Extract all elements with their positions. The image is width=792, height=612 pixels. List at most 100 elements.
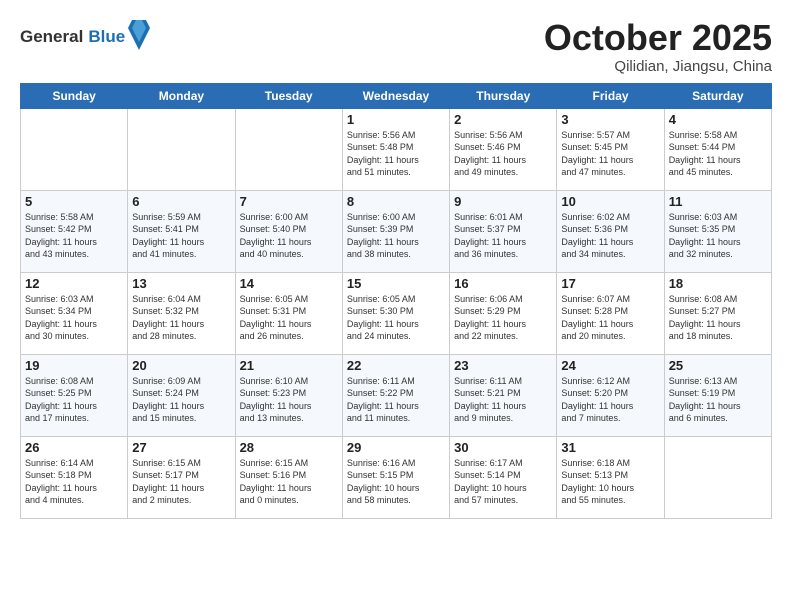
title-block: October 2025 Qilidian, Jiangsu, China [544,18,772,75]
calendar-week-row: 26 Sunrise: 6:14 AM Sunset: 5:18 PM Dayli… [21,436,772,518]
calendar-cell: 19 Sunrise: 6:08 AM Sunset: 5:25 PM Dayli… [21,354,128,436]
calendar-cell: 25 Sunrise: 6:13 AM Sunset: 5:19 PM Dayli… [664,354,771,436]
calendar-day-header: Saturday [664,83,771,108]
calendar-page: General Blue October 2025 Qilidian, Jian… [0,0,792,612]
calendar-header-row: SundayMondayTuesdayWednesdayThursdayFrid… [21,83,772,108]
day-info: Sunrise: 6:16 AM Sunset: 5:15 PM Dayligh… [347,457,445,507]
day-info: Sunrise: 5:56 AM Sunset: 5:46 PM Dayligh… [454,129,552,179]
day-number: 11 [669,194,767,209]
calendar-cell: 13 Sunrise: 6:04 AM Sunset: 5:32 PM Dayli… [128,272,235,354]
day-number: 2 [454,112,552,127]
day-info: Sunrise: 6:10 AM Sunset: 5:23 PM Dayligh… [240,375,338,425]
calendar-cell: 28Sunrise: 6:15 AM Sunset: 5:16 PM Dayli… [235,436,342,518]
calendar-cell: 10Sunrise: 6:02 AM Sunset: 5:36 PM Dayli… [557,190,664,272]
day-number: 27 [132,440,230,455]
calendar-cell: 14 Sunrise: 6:05 AM Sunset: 5:31 PM Dayli… [235,272,342,354]
day-number: 21 [240,358,338,373]
month-title: October 2025 [544,18,772,58]
logo-general: General [20,27,83,46]
day-info: Sunrise: 6:06 AM Sunset: 5:29 PM Dayligh… [454,293,552,343]
day-info: Sunrise: 5:58 AM Sunset: 5:42 PM Dayligh… [25,211,123,261]
day-info: Sunrise: 6:04 AM Sunset: 5:32 PM Dayligh… [132,293,230,343]
calendar-week-row: 19 Sunrise: 6:08 AM Sunset: 5:25 PM Dayli… [21,354,772,436]
calendar-cell: 29 Sunrise: 6:16 AM Sunset: 5:15 PM Dayli… [342,436,449,518]
day-info: Sunrise: 6:07 AM Sunset: 5:28 PM Dayligh… [561,293,659,343]
day-number: 3 [561,112,659,127]
day-info: Sunrise: 6:15 AM Sunset: 5:17 PM Dayligh… [132,457,230,507]
calendar-cell: 12Sunrise: 6:03 AM Sunset: 5:34 PM Dayli… [21,272,128,354]
day-number: 13 [132,276,230,291]
day-info: Sunrise: 6:08 AM Sunset: 5:25 PM Dayligh… [25,375,123,425]
header: General Blue October 2025 Qilidian, Jian… [20,18,772,75]
day-info: Sunrise: 5:57 AM Sunset: 5:45 PM Dayligh… [561,129,659,179]
calendar-cell: 30 Sunrise: 6:17 AM Sunset: 5:14 PM Dayli… [450,436,557,518]
day-info: Sunrise: 6:14 AM Sunset: 5:18 PM Dayligh… [25,457,123,507]
calendar-day-header: Tuesday [235,83,342,108]
calendar-cell: 22 Sunrise: 6:11 AM Sunset: 5:22 PM Dayli… [342,354,449,436]
day-number: 23 [454,358,552,373]
day-number: 25 [669,358,767,373]
day-number: 31 [561,440,659,455]
day-number: 5 [25,194,123,209]
day-number: 8 [347,194,445,209]
calendar-cell: 18 Sunrise: 6:08 AM Sunset: 5:27 PM Dayli… [664,272,771,354]
day-number: 26 [25,440,123,455]
day-info: Sunrise: 6:17 AM Sunset: 5:14 PM Dayligh… [454,457,552,507]
day-info: Sunrise: 5:59 AM Sunset: 5:41 PM Dayligh… [132,211,230,261]
day-info: Sunrise: 6:13 AM Sunset: 5:19 PM Dayligh… [669,375,767,425]
day-info: Sunrise: 6:12 AM Sunset: 5:20 PM Dayligh… [561,375,659,425]
day-info: Sunrise: 5:56 AM Sunset: 5:48 PM Dayligh… [347,129,445,179]
day-number: 22 [347,358,445,373]
calendar-cell: 16 Sunrise: 6:06 AM Sunset: 5:29 PM Dayli… [450,272,557,354]
calendar-week-row: 12Sunrise: 6:03 AM Sunset: 5:34 PM Dayli… [21,272,772,354]
day-number: 14 [240,276,338,291]
day-info: Sunrise: 6:09 AM Sunset: 5:24 PM Dayligh… [132,375,230,425]
day-number: 20 [132,358,230,373]
day-number: 4 [669,112,767,127]
calendar-cell [664,436,771,518]
calendar-cell [235,108,342,190]
calendar-cell: 2 Sunrise: 5:56 AM Sunset: 5:46 PM Daylig… [450,108,557,190]
calendar-cell: 4 Sunrise: 5:58 AM Sunset: 5:44 PM Daylig… [664,108,771,190]
calendar-cell [21,108,128,190]
day-number: 18 [669,276,767,291]
day-number: 28 [240,440,338,455]
day-info: Sunrise: 6:11 AM Sunset: 5:22 PM Dayligh… [347,375,445,425]
day-info: Sunrise: 6:05 AM Sunset: 5:31 PM Dayligh… [240,293,338,343]
calendar-cell: 11 Sunrise: 6:03 AM Sunset: 5:35 PM Dayli… [664,190,771,272]
day-info: Sunrise: 6:03 AM Sunset: 5:34 PM Dayligh… [25,293,123,343]
calendar-cell: 17Sunrise: 6:07 AM Sunset: 5:28 PM Dayli… [557,272,664,354]
logo-text: General Blue [20,26,125,47]
day-number: 16 [454,276,552,291]
day-info: Sunrise: 6:03 AM Sunset: 5:35 PM Dayligh… [669,211,767,261]
day-info: Sunrise: 6:01 AM Sunset: 5:37 PM Dayligh… [454,211,552,261]
day-number: 15 [347,276,445,291]
calendar-cell [128,108,235,190]
day-info: Sunrise: 5:58 AM Sunset: 5:44 PM Dayligh… [669,129,767,179]
day-number: 29 [347,440,445,455]
logo: General Blue [20,22,150,50]
calendar-week-row: 1 Sunrise: 5:56 AM Sunset: 5:48 PM Daylig… [21,108,772,190]
calendar-cell: 6 Sunrise: 5:59 AM Sunset: 5:41 PM Daylig… [128,190,235,272]
day-info: Sunrise: 6:11 AM Sunset: 5:21 PM Dayligh… [454,375,552,425]
calendar-day-header: Sunday [21,83,128,108]
calendar-cell: 27 Sunrise: 6:15 AM Sunset: 5:17 PM Dayli… [128,436,235,518]
day-info: Sunrise: 6:08 AM Sunset: 5:27 PM Dayligh… [669,293,767,343]
calendar-cell: 20 Sunrise: 6:09 AM Sunset: 5:24 PM Dayli… [128,354,235,436]
day-number: 19 [25,358,123,373]
calendar-table: SundayMondayTuesdayWednesdayThursdayFrid… [20,83,772,519]
day-number: 1 [347,112,445,127]
day-number: 6 [132,194,230,209]
calendar-day-header: Friday [557,83,664,108]
calendar-cell: 26 Sunrise: 6:14 AM Sunset: 5:18 PM Dayli… [21,436,128,518]
calendar-cell: 31Sunrise: 6:18 AM Sunset: 5:13 PM Dayli… [557,436,664,518]
day-number: 7 [240,194,338,209]
calendar-cell: 7Sunrise: 6:00 AM Sunset: 5:40 PM Daylig… [235,190,342,272]
day-number: 24 [561,358,659,373]
calendar-cell: 15Sunrise: 6:05 AM Sunset: 5:30 PM Dayli… [342,272,449,354]
location: Qilidian, Jiangsu, China [544,58,772,75]
calendar-cell: 23 Sunrise: 6:11 AM Sunset: 5:21 PM Dayli… [450,354,557,436]
calendar-cell: 9Sunrise: 6:01 AM Sunset: 5:37 PM Daylig… [450,190,557,272]
day-number: 30 [454,440,552,455]
calendar-cell: 21 Sunrise: 6:10 AM Sunset: 5:23 PM Dayli… [235,354,342,436]
